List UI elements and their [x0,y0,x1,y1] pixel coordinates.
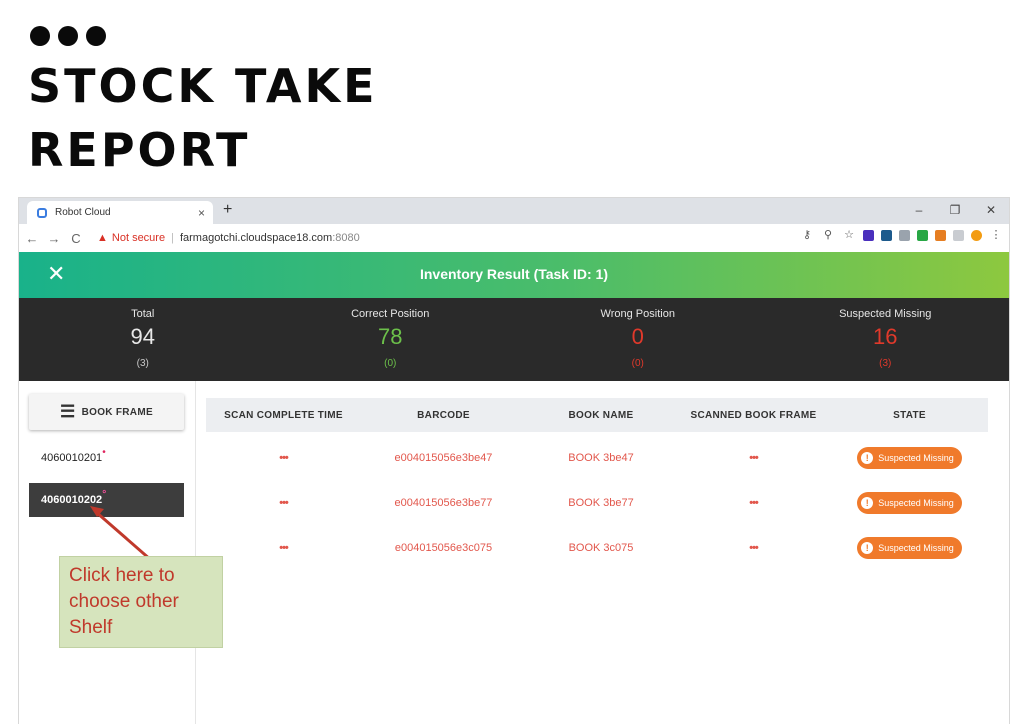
annotation-callout: Click here to choose other Shelf [59,556,223,648]
callout-line: Shelf [69,617,113,638]
callout-line: Click here to [69,565,175,586]
callout-line: choose other [69,591,179,612]
